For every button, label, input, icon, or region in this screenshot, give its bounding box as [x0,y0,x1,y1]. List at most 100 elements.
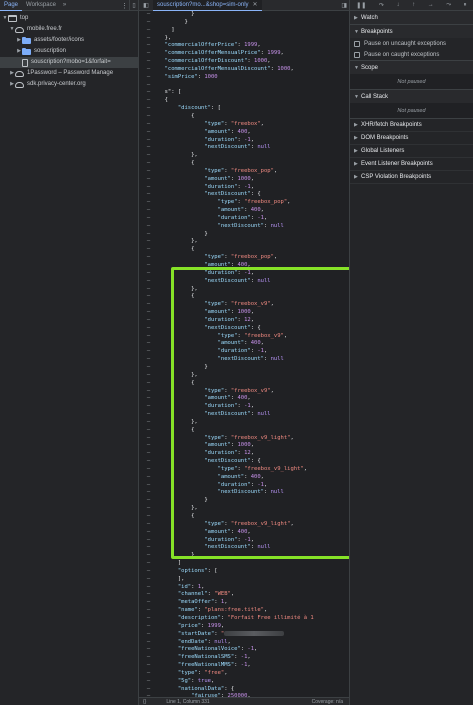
line-gutter[interactable]: – [139,537,158,545]
line-gutter[interactable]: – [139,223,158,231]
line-gutter[interactable]: – [139,348,158,356]
code-line[interactable]: – "type": "freebox_v9_light", [139,521,349,529]
line-gutter[interactable]: – [139,113,158,121]
code-line[interactable]: – "amount": 400, [139,262,349,270]
code-line[interactable]: – "type": "freebox_v9_light", [139,466,349,474]
code-line[interactable]: – "freeNationalVoice": -1, [139,646,349,654]
code-line[interactable]: – }, [139,286,349,294]
xhr-breakpoints-header[interactable]: ▶ XHR/fetch Breakpoints [350,119,473,132]
code-line[interactable]: – ] [139,27,349,35]
code-line[interactable]: – { [139,246,349,254]
watch-header[interactable]: ▶ Watch [350,11,473,24]
code-line[interactable]: – "commercialOfferMensualPrice": 1999, [139,50,349,58]
line-gutter[interactable]: – [139,286,158,294]
line-gutter[interactable]: – [139,662,158,670]
code-line[interactable]: – "type": "freebox_v9", [139,333,349,341]
tree-item[interactable]: ▶ 1Password – Password Manage [0,68,138,79]
line-gutter[interactable]: – [139,246,158,254]
line-gutter[interactable]: – [139,639,158,647]
line-gutter[interactable]: – [139,11,158,19]
toggle-debugger-icon[interactable]: ◨ [341,2,347,9]
code-view[interactable]: – } – } – ] – }, – "commercialOfferPrice": 1… [139,11,349,697]
line-gutter[interactable]: – [139,505,158,513]
pretty-print-icon[interactable]: {} [143,699,146,705]
tree-item[interactable]: ▶ sdk.privacy-center.org [0,79,138,90]
line-gutter[interactable]: – [139,466,158,474]
line-gutter[interactable]: – [139,521,158,529]
tree-item[interactable]: ▼ mobile.free.fr [0,24,138,35]
line-gutter[interactable]: – [139,168,158,176]
line-gutter[interactable]: – [139,254,158,262]
code-line[interactable]: – }, [139,238,349,246]
code-line[interactable]: – "duration": -1, [139,215,349,223]
code-line[interactable]: – "duration": -1, [139,403,349,411]
line-gutter[interactable]: – [139,623,158,631]
line-gutter[interactable]: – [139,403,158,411]
code-line[interactable]: – "commercialOfferPrice": 1999, [139,42,349,50]
code-line[interactable]: – "type": "freebox_v9", [139,388,349,396]
pause-uncaught-checkbox[interactable]: Pause on uncaught exceptions [350,38,473,49]
line-gutter[interactable]: – [139,497,158,505]
code-line[interactable]: – { [139,427,349,435]
line-gutter[interactable]: – [139,356,158,364]
deactivate-breakpoints-icon[interactable]: ⤳ [446,2,451,9]
line-gutter[interactable]: – [139,584,158,592]
line-gutter[interactable]: – [139,576,158,584]
checkbox-icon[interactable] [354,40,360,47]
toggle-navigator-icon[interactable]: ◧ [139,2,153,9]
line-gutter[interactable]: – [139,66,158,74]
code-line[interactable]: – "nextDiscount": null [139,144,349,152]
line-gutter[interactable]: – [139,489,158,497]
code-line[interactable]: – "amount": 400, [139,474,349,482]
step-icon[interactable]: → [428,2,434,8]
line-gutter[interactable]: – [139,137,158,145]
line-gutter[interactable]: – [139,482,158,490]
code-line[interactable]: – "amount": 400, [139,129,349,137]
code-line[interactable]: – }, [139,35,349,43]
line-gutter[interactable]: – [139,262,158,270]
line-gutter[interactable]: – [139,278,158,286]
code-line[interactable]: – }, [139,372,349,380]
line-gutter[interactable]: – [139,129,158,137]
csp-violation-breakpoints-header[interactable]: ▶ CSP Violation Breakpoints [350,171,473,184]
code-line[interactable]: – ] [139,560,349,568]
code-line[interactable]: – "amount": 400, [139,207,349,215]
code-line[interactable]: – "simPrice": 1000 [139,74,349,82]
close-icon[interactable]: ✕ [253,1,258,8]
code-line[interactable]: – "startDate": " [139,630,349,639]
line-gutter[interactable]: – [139,333,158,341]
collapse-sidebar-icon[interactable]: ▯ [129,0,138,11]
line-gutter[interactable]: – [139,270,158,278]
tree-item[interactable]: souscription?mobo=1&forfait= [0,57,138,68]
line-gutter[interactable]: – [139,380,158,388]
code-line[interactable]: – }, [139,419,349,427]
code-line[interactable]: – "duration": -1, [139,270,349,278]
tree-item[interactable]: ▶ assets/footer/icons [0,35,138,46]
line-gutter[interactable]: – [139,631,158,639]
line-gutter[interactable]: – [139,388,158,396]
code-line[interactable]: – } [139,19,349,27]
line-gutter[interactable]: – [139,340,158,348]
line-gutter[interactable]: – [139,552,158,560]
line-gutter[interactable]: – [139,364,158,372]
code-line[interactable]: – "duration": 12, [139,317,349,325]
code-line[interactable]: – }, [139,152,349,160]
code-line[interactable]: – "type": "freebox_v9", [139,301,349,309]
line-gutter[interactable]: – [139,199,158,207]
code-line[interactable]: – "type": "freebox_pop", [139,199,349,207]
code-line[interactable]: – { [139,293,349,301]
code-line[interactable]: – "nextDiscount": null [139,411,349,419]
code-line[interactable]: – "duration": -1, [139,184,349,192]
line-gutter[interactable]: – [139,309,158,317]
line-gutter[interactable]: – [139,654,158,662]
code-line[interactable]: – ], [139,576,349,584]
code-line[interactable]: – "amount": 400, [139,395,349,403]
code-line[interactable]: – "nationalData": { [139,686,349,694]
line-gutter[interactable]: – [139,615,158,623]
code-line[interactable]: – "commercialOfferMensualDiscount": 1000… [139,66,349,74]
code-line[interactable]: – } [139,497,349,505]
code-line[interactable]: – "5g": true, [139,678,349,686]
code-line[interactable]: – [139,82,349,90]
code-line[interactable]: – "nextDiscount": null [139,356,349,364]
line-gutter[interactable]: – [139,591,158,599]
